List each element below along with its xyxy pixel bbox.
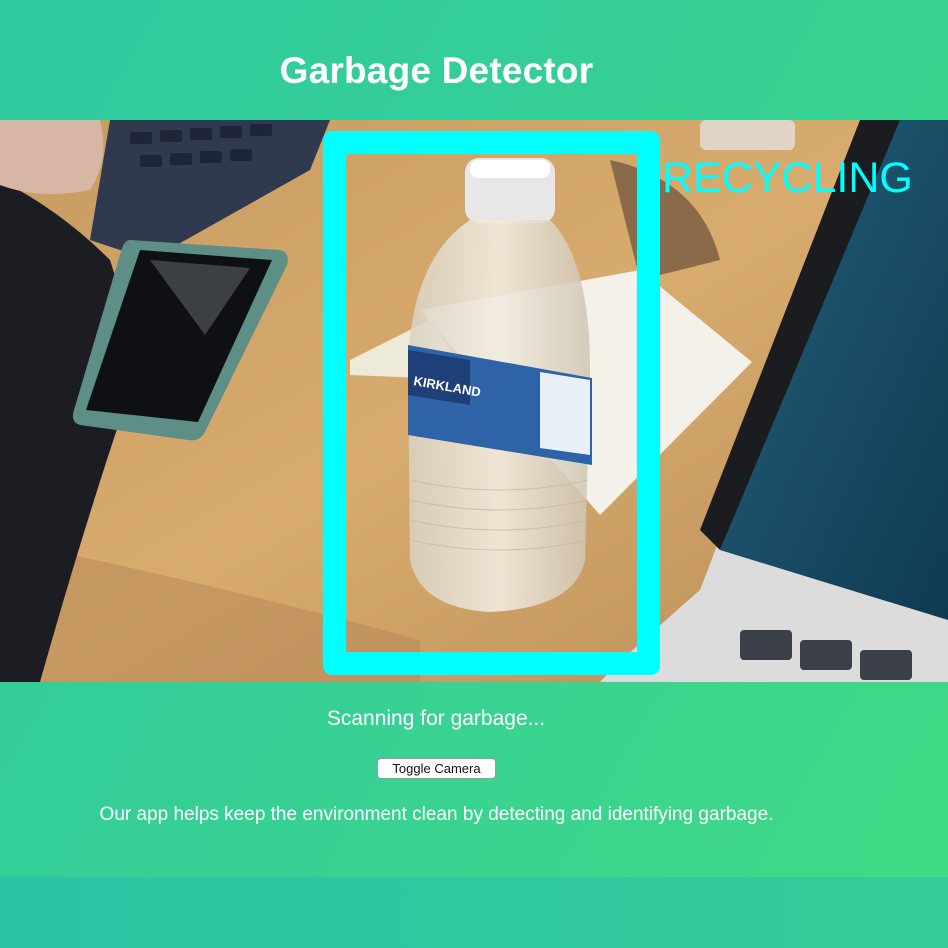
detection-bounding-box (323, 131, 660, 675)
footer-band (0, 877, 948, 948)
app-container: Garbage Detector KIRKLAND RECYCLING Scan… (0, 0, 948, 877)
app-description: Our app helps keep the environment clean… (99, 804, 774, 825)
page-title: Garbage Detector (279, 50, 594, 91)
camera-feed: KIRKLAND RECYCLING (0, 120, 948, 682)
scan-status: Scanning for garbage... (326, 707, 546, 730)
detection-label: RECYCLING (662, 154, 913, 202)
toggle-camera-button[interactable]: Toggle Camera (377, 758, 496, 779)
